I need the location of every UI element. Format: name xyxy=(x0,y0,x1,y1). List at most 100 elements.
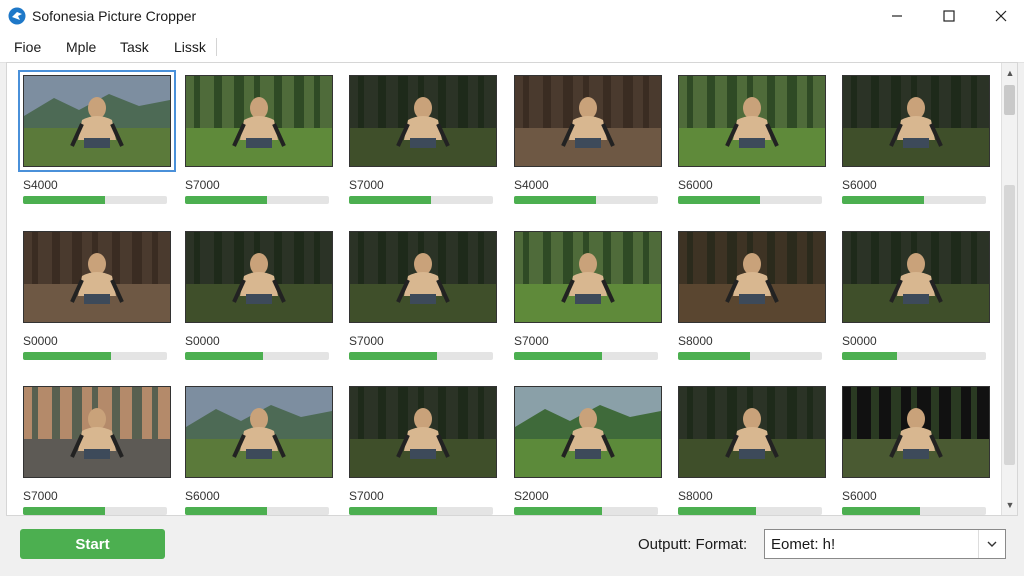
thumbnail-tile[interactable]: S7000 xyxy=(349,75,501,215)
tile-label: S4000 xyxy=(514,178,549,192)
tile-label: S4000 xyxy=(23,178,58,192)
thumbnail-image[interactable] xyxy=(23,386,171,478)
progress-bar-fill xyxy=(185,352,263,360)
progress-bar-fill xyxy=(842,507,920,515)
bottom-bar: Start Outputt: Format: Eomet: h! xyxy=(0,516,1024,576)
thumbnail-tile[interactable]: S7000 xyxy=(349,386,501,526)
thumbnail-tile[interactable]: S8000 xyxy=(678,386,830,526)
vertical-scrollbar[interactable]: ▲ ▼ xyxy=(1001,63,1017,515)
window-title: Sofonesia Picture Cropper xyxy=(32,8,197,24)
title-bar: Sofonesia Picture Cropper xyxy=(0,0,1024,32)
menu-item-lissk[interactable]: Lissk xyxy=(174,39,206,55)
progress-bar xyxy=(514,507,658,515)
progress-bar-fill xyxy=(514,196,597,204)
thumbnail-tile[interactable]: S4000 xyxy=(18,70,176,215)
start-button[interactable]: Start xyxy=(20,529,165,559)
thumbnail-tile[interactable]: S0000 xyxy=(842,231,994,371)
thumbnail-image[interactable] xyxy=(842,75,990,167)
progress-bar xyxy=(23,352,167,360)
progress-bar xyxy=(185,196,329,204)
tile-label: S7000 xyxy=(185,178,220,192)
thumbnail-tile[interactable]: S8000 xyxy=(678,231,830,371)
progress-bar xyxy=(349,507,493,515)
thumbnail-tile[interactable]: S0000 xyxy=(23,231,175,371)
thumbnail-tile[interactable]: S2000 xyxy=(514,386,666,526)
tile-label: S0000 xyxy=(185,334,220,348)
output-format-label: Outputt: Format: xyxy=(638,536,748,553)
progress-bar-fill xyxy=(842,196,925,204)
thumbnail-image[interactable] xyxy=(514,231,662,323)
progress-bar xyxy=(514,352,658,360)
menu-item-mple[interactable]: Mple xyxy=(66,39,96,55)
thumbnail-image[interactable] xyxy=(185,231,333,323)
progress-bar-fill xyxy=(23,196,106,204)
menu-item-task[interactable]: Task xyxy=(120,39,149,55)
thumbnail-image[interactable] xyxy=(678,75,826,167)
maximize-button[interactable] xyxy=(926,0,972,32)
chevron-down-icon[interactable] xyxy=(978,530,1005,558)
menu-separator xyxy=(216,38,217,56)
thumbnail-image[interactable] xyxy=(349,386,497,478)
progress-bar xyxy=(514,196,658,204)
progress-bar-fill xyxy=(678,196,761,204)
scroll-down-icon[interactable]: ▼ xyxy=(1002,497,1018,513)
menu-bar: Fioe Mple Task Lissk xyxy=(0,32,1024,63)
output-format-select[interactable]: Eomet: h! xyxy=(764,529,1006,559)
close-icon xyxy=(995,10,1007,22)
progress-bar-fill xyxy=(842,352,897,360)
thumbnail-image[interactable] xyxy=(842,231,990,323)
close-button[interactable] xyxy=(978,0,1024,32)
thumbnail-image[interactable] xyxy=(185,75,333,167)
tile-label: S8000 xyxy=(678,334,713,348)
thumbnail-image[interactable] xyxy=(678,231,826,323)
thumbnail-tile[interactable]: S6000 xyxy=(678,75,830,215)
thumbnail-tile[interactable]: S7000 xyxy=(185,75,337,215)
thumbnail-image[interactable] xyxy=(185,386,333,478)
thumbnail-panel: S4000 S7000 S7000 S4000 S6000 S6000 S0000 S0000… xyxy=(6,62,1018,516)
thumbnail-image[interactable] xyxy=(842,386,990,478)
progress-bar-fill xyxy=(349,352,437,360)
thumbnail-tile[interactable]: S6000 xyxy=(842,75,994,215)
scroll-up-icon[interactable]: ▲ xyxy=(1002,65,1018,81)
thumbnail-image[interactable] xyxy=(514,75,662,167)
progress-bar xyxy=(678,352,822,360)
thumbnail-image[interactable] xyxy=(514,386,662,478)
progress-bar-fill xyxy=(349,507,437,515)
progress-bar xyxy=(842,196,986,204)
progress-bar-fill xyxy=(678,352,750,360)
tile-label: S7000 xyxy=(349,178,384,192)
progress-bar xyxy=(678,196,822,204)
thumbnail-tile[interactable]: S7000 xyxy=(514,231,666,371)
menu-item-file[interactable]: Fioe xyxy=(14,39,41,55)
thumbnail-tile[interactable]: S6000 xyxy=(185,386,337,526)
minimize-button[interactable] xyxy=(874,0,920,32)
thumbnail-tile[interactable]: S0000 xyxy=(185,231,337,371)
bird-icon xyxy=(8,7,26,25)
thumbnail-tile[interactable]: S4000 xyxy=(514,75,666,215)
thumbnail-image[interactable] xyxy=(23,231,171,323)
progress-bar xyxy=(842,507,986,515)
tile-label: S0000 xyxy=(23,334,58,348)
thumbnail-tile[interactable]: S7000 xyxy=(23,386,175,526)
progress-bar xyxy=(185,507,329,515)
progress-bar xyxy=(23,196,167,204)
tile-label: S8000 xyxy=(678,489,713,503)
tile-label: S6000 xyxy=(842,489,877,503)
tile-label: S6000 xyxy=(678,178,713,192)
maximize-icon xyxy=(943,10,955,22)
thumbnail-image[interactable] xyxy=(349,231,497,323)
tile-label: S7000 xyxy=(349,489,384,503)
progress-bar-fill xyxy=(185,507,268,515)
scroll-track-thumb[interactable] xyxy=(1004,185,1015,465)
scroll-thumb[interactable] xyxy=(1004,85,1015,115)
thumbnail-tile[interactable]: S6000 xyxy=(842,386,994,526)
progress-bar xyxy=(23,507,167,515)
progress-bar-fill xyxy=(514,507,602,515)
tile-label: S7000 xyxy=(23,489,58,503)
progress-bar xyxy=(349,352,493,360)
thumbnail-tile[interactable]: S7000 xyxy=(349,231,501,371)
progress-bar xyxy=(842,352,986,360)
thumbnail-image[interactable] xyxy=(18,70,176,172)
thumbnail-image[interactable] xyxy=(678,386,826,478)
thumbnail-image[interactable] xyxy=(349,75,497,167)
